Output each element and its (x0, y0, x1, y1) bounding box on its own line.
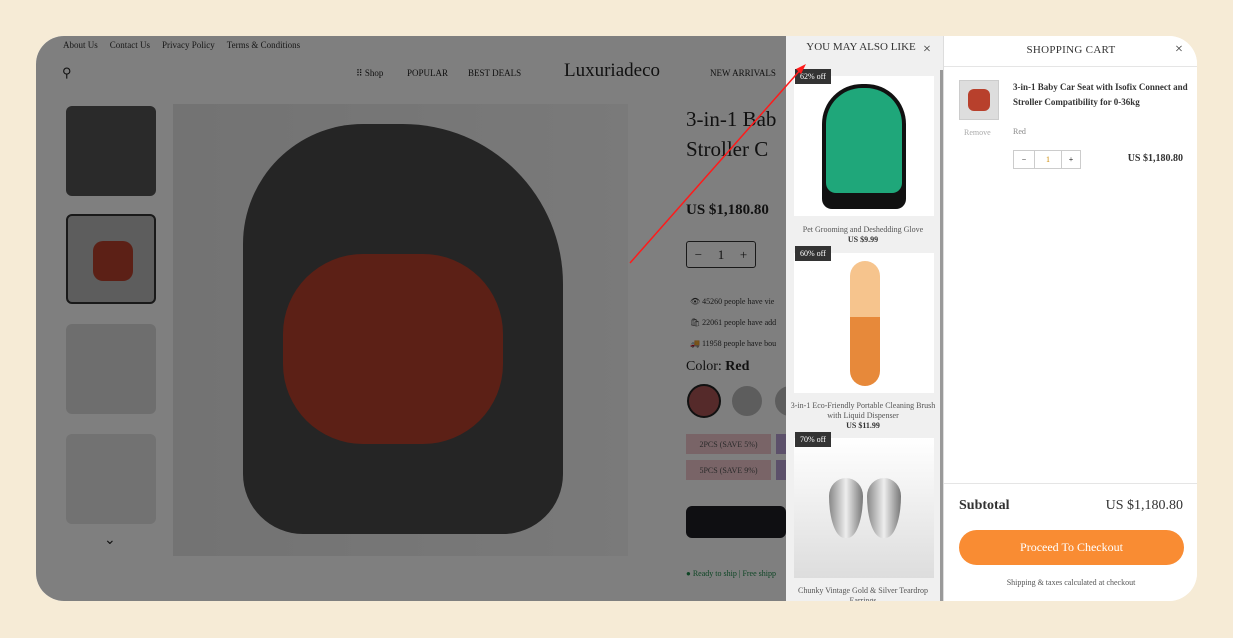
product-card-image[interactable] (794, 253, 934, 393)
product-page: About Us Contact Us Privacy Policy Terms… (36, 36, 807, 601)
subtotal-label: Subtotal (959, 498, 1010, 513)
plus-button[interactable]: + (1062, 151, 1080, 168)
recommendations-panel: YOU MAY ALSO LIKE × 62% off Pet Grooming… (786, 36, 943, 601)
modal-overlay[interactable] (36, 36, 786, 601)
qty-value[interactable]: 1 (1035, 151, 1062, 168)
checkout-button[interactable]: Proceed To Checkout (959, 530, 1184, 565)
shopping-cart-panel: SHOPPING CART × Remove 3-in-1 Baby Car S… (943, 36, 1197, 601)
product-card-image[interactable] (794, 438, 934, 578)
divider (944, 66, 1197, 67)
cart-item-name[interactable]: 3-in-1 Baby Car Seat with Isofix Connect… (1013, 80, 1188, 109)
divider (944, 483, 1197, 484)
product-price: US $9.99 (847, 235, 879, 244)
cart-item-image[interactable] (959, 80, 999, 120)
minus-button[interactable]: − (1014, 151, 1035, 168)
cart-title: SHOPPING CART (1026, 44, 1116, 56)
cart-item-variant: Red (1013, 127, 1026, 136)
close-icon[interactable]: × (923, 42, 931, 58)
recommendations-title: YOU MAY ALSO LIKE (806, 41, 916, 53)
close-icon[interactable]: × (1175, 42, 1183, 58)
discount-badge: 60% off (795, 246, 831, 261)
product-price: US $11.99 (846, 421, 880, 430)
browser-window: About Us Contact Us Privacy Policy Terms… (36, 36, 1197, 601)
product-name[interactable]: Chunky Vintage Gold & Silver Teardrop Ea… (790, 586, 936, 601)
quantity-stepper[interactable]: − 1 + (1013, 150, 1081, 169)
discount-badge: 70% off (795, 432, 831, 447)
product-name[interactable]: 3-in-1 Eco-Friendly Portable Cleaning Br… (790, 401, 936, 421)
subtotal-value: US $1,180.80 (1105, 498, 1183, 513)
product-name[interactable]: Pet Grooming and Deshedding Glove (790, 225, 936, 235)
cart-item-price: US $1,180.80 (1127, 153, 1183, 164)
discount-badge: 62% off (795, 69, 831, 84)
shipping-note: Shipping & taxes calculated at checkout (1006, 578, 1136, 587)
product-card-image[interactable] (794, 76, 934, 216)
remove-link[interactable]: Remove (964, 128, 991, 137)
